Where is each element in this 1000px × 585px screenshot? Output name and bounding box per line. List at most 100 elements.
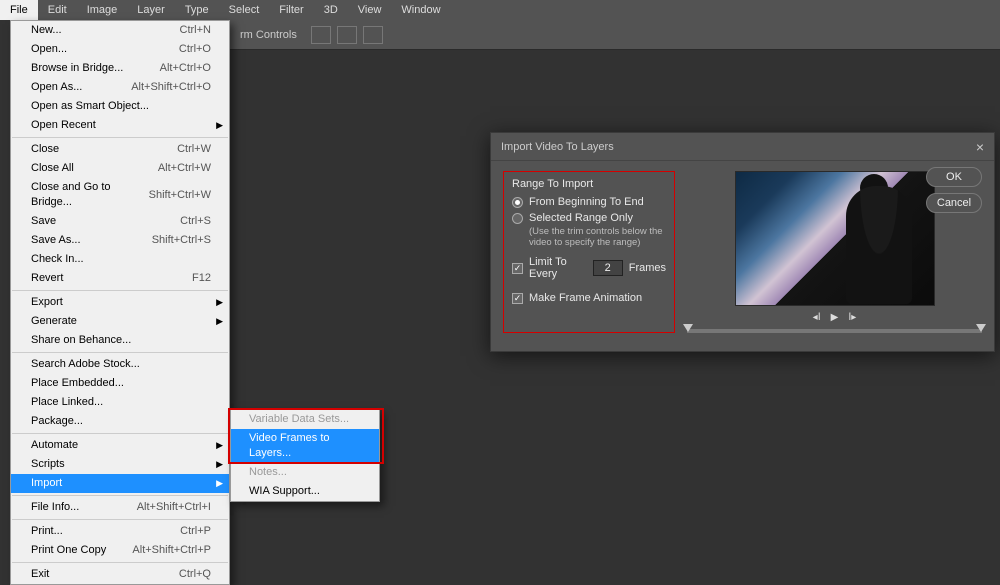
menu-item-label: Scripts bbox=[31, 457, 65, 472]
radio-label: From Beginning To End bbox=[529, 196, 644, 208]
menu-item[interactable]: Save As...Shift+Ctrl+S bbox=[11, 231, 229, 250]
menu-item[interactable]: Print One CopyAlt+Shift+Ctrl+P bbox=[11, 541, 229, 560]
menu-item[interactable]: Open as Smart Object... bbox=[11, 97, 229, 116]
menubar-item-select[interactable]: Select bbox=[219, 0, 270, 20]
menu-item-label: Open Recent bbox=[31, 118, 96, 133]
menu-separator bbox=[12, 137, 228, 138]
menu-item[interactable]: Open...Ctrl+O bbox=[11, 40, 229, 59]
chevron-right-icon: ▶ bbox=[216, 118, 223, 133]
step-back-icon[interactable]: ◂Ⅰ bbox=[813, 312, 821, 323]
radio-selected-range[interactable]: Selected Range Only bbox=[512, 212, 666, 224]
menubar: FileEditImageLayerTypeSelectFilter3DView… bbox=[0, 0, 1000, 20]
menu-item-label: Package... bbox=[31, 414, 83, 429]
menu-item[interactable]: Open Recent ▶ bbox=[11, 116, 229, 135]
menu-separator bbox=[12, 290, 228, 291]
menu-item-shortcut: Alt+Shift+Ctrl+I bbox=[137, 500, 211, 515]
cancel-button[interactable]: Cancel bbox=[926, 193, 982, 213]
menubar-item-image[interactable]: Image bbox=[77, 0, 128, 20]
menu-item-label: Open... bbox=[31, 42, 67, 57]
align-icon-2[interactable] bbox=[337, 26, 357, 44]
menu-item[interactable]: Place Linked... bbox=[11, 393, 229, 412]
transport-controls: ◂Ⅰ ▶ Ⅰ▸ bbox=[813, 312, 857, 323]
submenu-item[interactable]: Video Frames to Layers... bbox=[231, 429, 379, 463]
menu-item-shortcut: Alt+Shift+Ctrl+O bbox=[131, 80, 211, 95]
menu-item[interactable]: CloseCtrl+W bbox=[11, 140, 229, 159]
range-to-import-group: Range To Import From Beginning To End Se… bbox=[503, 171, 675, 333]
close-icon[interactable]: × bbox=[976, 139, 984, 155]
checkbox-icon: ✓ bbox=[512, 293, 523, 304]
menu-item[interactable]: Place Embedded... bbox=[11, 374, 229, 393]
menu-item-label: Share on Behance... bbox=[31, 333, 131, 348]
menu-item-label: Print One Copy bbox=[31, 543, 106, 558]
menu-item-shortcut: Shift+Ctrl+W bbox=[149, 188, 211, 203]
submenu-item[interactable]: WIA Support... bbox=[231, 482, 379, 501]
menu-item[interactable]: Browse in Bridge...Alt+Ctrl+O bbox=[11, 59, 229, 78]
radio-icon bbox=[512, 197, 523, 208]
menu-item[interactable]: Import ▶ bbox=[11, 474, 229, 493]
menu-item[interactable]: Close AllAlt+Ctrl+W bbox=[11, 159, 229, 178]
chevron-right-icon: ▶ bbox=[216, 476, 223, 491]
menu-item[interactable]: File Info... Alt+Shift+Ctrl+I bbox=[11, 498, 229, 517]
scrub-bar[interactable] bbox=[687, 329, 982, 333]
menu-item-shortcut: Ctrl+P bbox=[180, 524, 211, 539]
menu-item[interactable]: Open As... Alt+Shift+Ctrl+O bbox=[11, 78, 229, 97]
menu-item[interactable]: Scripts ▶ bbox=[11, 455, 229, 474]
frames-label: Frames bbox=[629, 262, 666, 274]
chevron-right-icon: ▶ bbox=[216, 457, 223, 472]
menu-item-label: Open As... bbox=[31, 80, 82, 95]
menu-item[interactable]: Close and Go to Bridge...Shift+Ctrl+W bbox=[11, 178, 229, 212]
menubar-item-type[interactable]: Type bbox=[175, 0, 219, 20]
menu-item-label: Save bbox=[31, 214, 56, 229]
menu-item-label: File Info... bbox=[31, 500, 79, 515]
menu-item-label: Browse in Bridge... bbox=[31, 61, 123, 76]
menu-item-label: Export bbox=[31, 295, 63, 310]
menu-item[interactable]: Package... bbox=[11, 412, 229, 431]
dialog-buttons: OK Cancel bbox=[926, 167, 982, 213]
menu-item-shortcut: Ctrl+S bbox=[180, 214, 211, 229]
menu-item-label: Open as Smart Object... bbox=[31, 99, 149, 114]
chevron-right-icon: ▶ bbox=[216, 295, 223, 310]
menu-item-shortcut: Ctrl+Q bbox=[179, 567, 211, 582]
menu-item-label: Search Adobe Stock... bbox=[31, 357, 140, 372]
menu-item[interactable]: Save Ctrl+S bbox=[11, 212, 229, 231]
align-icon-3[interactable] bbox=[363, 26, 383, 44]
menu-item-label: Exit bbox=[31, 567, 49, 582]
menubar-item-file[interactable]: File bbox=[0, 0, 38, 20]
menubar-item-window[interactable]: Window bbox=[391, 0, 450, 20]
menu-item-shortcut: F12 bbox=[192, 271, 211, 286]
play-icon[interactable]: ▶ bbox=[831, 312, 839, 323]
menubar-item-view[interactable]: View bbox=[348, 0, 392, 20]
menu-item-label: Check In... bbox=[31, 252, 84, 267]
step-forward-icon[interactable]: Ⅰ▸ bbox=[848, 312, 856, 323]
ok-button[interactable]: OK bbox=[926, 167, 982, 187]
align-icon-1[interactable] bbox=[311, 26, 331, 44]
menubar-item-layer[interactable]: Layer bbox=[127, 0, 175, 20]
scrub-end-handle[interactable] bbox=[976, 324, 986, 332]
make-frame-animation-row[interactable]: ✓ Make Frame Animation bbox=[512, 292, 666, 304]
menu-item[interactable]: Search Adobe Stock... bbox=[11, 355, 229, 374]
menu-item[interactable]: Check In... bbox=[11, 250, 229, 269]
menubar-item-3d[interactable]: 3D bbox=[314, 0, 348, 20]
menu-item[interactable]: RevertF12 bbox=[11, 269, 229, 288]
radio-from-beginning[interactable]: From Beginning To End bbox=[512, 196, 666, 208]
menu-item[interactable]: Export ▶ bbox=[11, 293, 229, 312]
video-preview bbox=[735, 171, 935, 306]
menubar-item-edit[interactable]: Edit bbox=[38, 0, 77, 20]
limit-every-row[interactable]: ✓ Limit To Every Frames bbox=[512, 256, 666, 280]
limit-value-input[interactable] bbox=[593, 260, 623, 276]
menu-item-label: Automate bbox=[31, 438, 78, 453]
menu-item[interactable]: New...Ctrl+N bbox=[11, 21, 229, 40]
menu-item[interactable]: Generate▶ bbox=[11, 312, 229, 331]
menu-item[interactable]: Print...Ctrl+P bbox=[11, 522, 229, 541]
scrub-start-handle[interactable] bbox=[683, 324, 693, 332]
radio-icon bbox=[512, 213, 523, 224]
menu-item[interactable]: Share on Behance... bbox=[11, 331, 229, 350]
menu-item[interactable]: Exit Ctrl+Q bbox=[11, 565, 229, 584]
menu-separator bbox=[12, 495, 228, 496]
menu-item-label: Import bbox=[31, 476, 62, 491]
import-submenu: Variable Data Sets...Video Frames to Lay… bbox=[230, 409, 380, 502]
checkbox-icon: ✓ bbox=[512, 263, 523, 274]
menubar-item-filter[interactable]: Filter bbox=[269, 0, 313, 20]
menu-item[interactable]: Automate▶ bbox=[11, 436, 229, 455]
menu-item-label: Place Embedded... bbox=[31, 376, 124, 391]
